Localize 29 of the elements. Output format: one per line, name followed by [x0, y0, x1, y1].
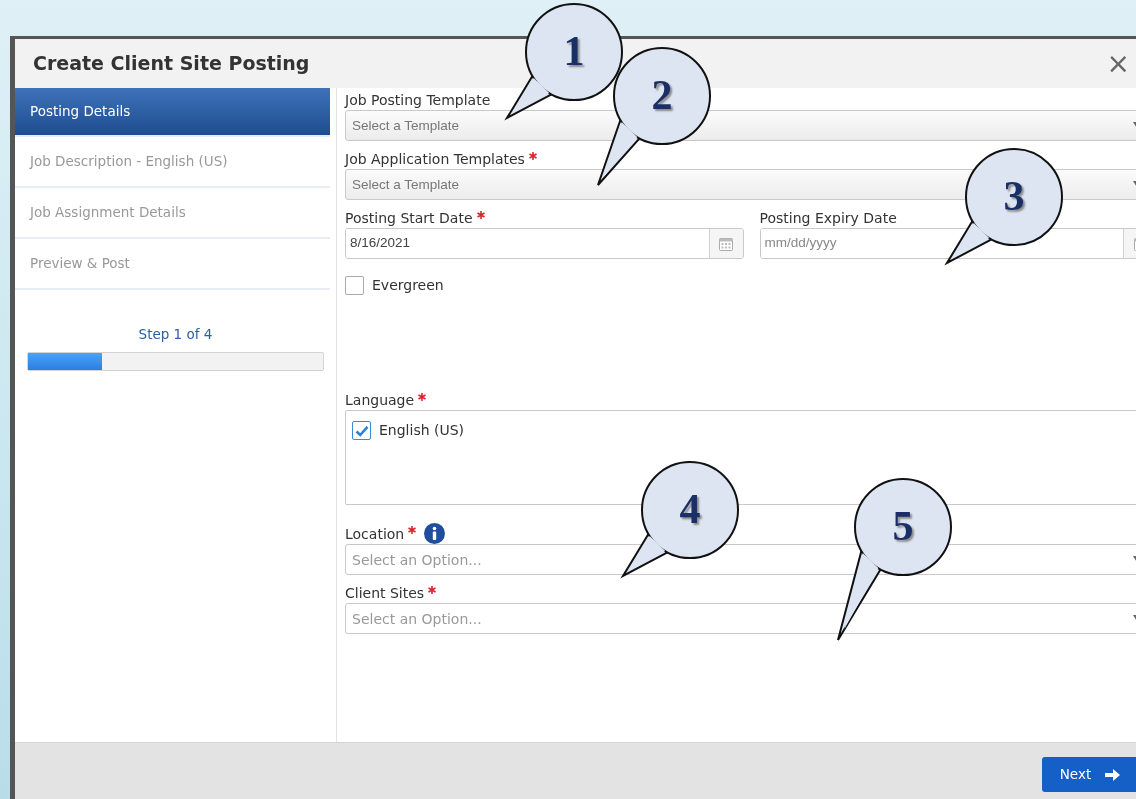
info-icon[interactable]: [424, 523, 446, 544]
calendar-button[interactable]: [708, 229, 743, 258]
required-mark: [476, 211, 485, 219]
arrow-icon: [1105, 768, 1121, 781]
callout-number: 1: [562, 30, 586, 72]
checkbox-label: Evergreen: [372, 276, 444, 295]
checkbox[interactable]: [345, 276, 364, 295]
required-mark: [408, 526, 417, 534]
field-label: Posting Start Date: [345, 209, 473, 228]
step-counter: Step 1 of 4: [137, 325, 214, 344]
field-label: Posting Expiry Date: [759, 209, 897, 228]
close-button[interactable]: ×: [1106, 49, 1130, 78]
field-label: Client Sites: [345, 584, 425, 603]
step-tab[interactable]: Posting Details: [15, 88, 330, 137]
callout-number: 5: [891, 505, 915, 547]
calendar-icon: [719, 236, 733, 251]
field-label: Language: [345, 391, 415, 410]
required-mark: [418, 393, 427, 401]
field-label: Location: [345, 524, 405, 544]
required-mark: [528, 152, 537, 160]
field-label: Job Application Templates: [345, 150, 525, 169]
next-button[interactable]: Next: [1042, 757, 1136, 792]
required-mark: [428, 586, 437, 594]
checkbox-label: English (US): [379, 421, 465, 440]
checkbox[interactable]: [352, 421, 371, 440]
dialog-title: Create Client Site Posting: [33, 51, 310, 77]
field-label: Job Posting Template: [345, 91, 491, 110]
callout-number: 4: [678, 488, 702, 530]
dropdown-field[interactable]: Select an Option...: [345, 603, 1136, 634]
